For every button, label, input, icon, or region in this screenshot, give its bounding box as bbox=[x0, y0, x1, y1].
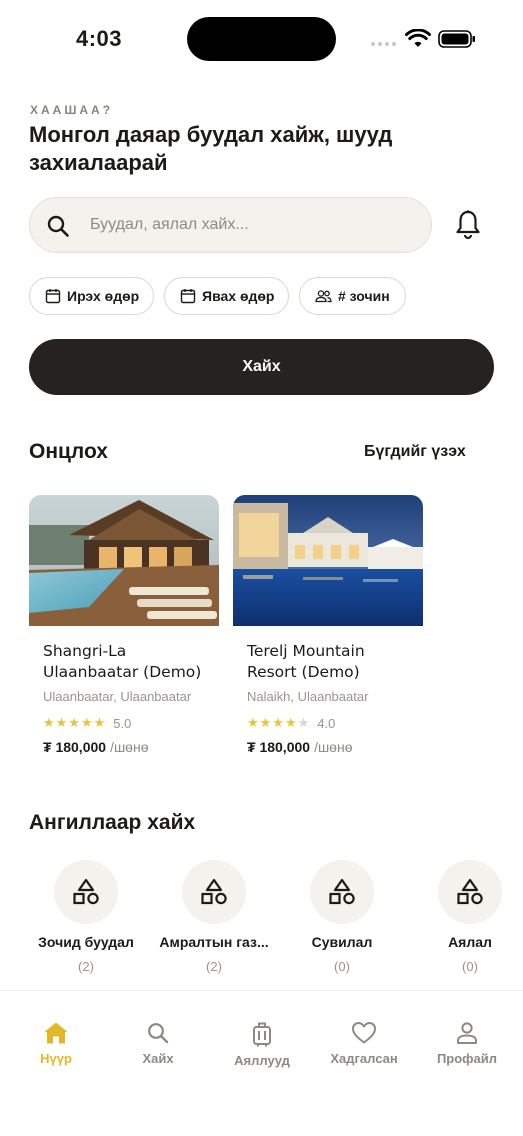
category-item[interactable]: Амралтын газ... (2) bbox=[149, 860, 279, 980]
rating-stars-icon: ★★★★★ bbox=[43, 715, 107, 730]
calendar-icon bbox=[180, 289, 196, 304]
search-button[interactable]: Хайх bbox=[29, 339, 494, 395]
bottom-tab-bar: Нүүр Хайх Аяллууд Хадгалсан Профайл bbox=[0, 990, 523, 1136]
category-item[interactable]: Аялал (0) bbox=[405, 860, 523, 980]
tab-label: Хайх bbox=[142, 1051, 174, 1066]
home-icon bbox=[44, 1022, 68, 1044]
arrive-date-button[interactable]: Ирэх өдөр bbox=[29, 277, 154, 315]
tab-label: Аяллууд bbox=[234, 1053, 290, 1068]
guests-label: # зочин bbox=[338, 288, 390, 304]
category-count: (0) bbox=[462, 959, 478, 974]
tab-label: Профайл bbox=[436, 1051, 498, 1066]
calendar-icon bbox=[45, 289, 61, 304]
hotel-rating: ★★★★★ 5.0 bbox=[43, 715, 131, 731]
categories-section-title: Ангиллаар хайх bbox=[29, 811, 196, 834]
signal-icon bbox=[371, 42, 396, 46]
rating-value: 4.0 bbox=[317, 715, 336, 731]
arrive-date-label: Ирэх өдөр bbox=[67, 288, 140, 304]
shapes-icon bbox=[457, 878, 483, 905]
hotel-name: Terelj Mountain Resort (Demo) bbox=[247, 642, 365, 681]
shapes-icon bbox=[329, 878, 355, 905]
hotel-price: ₮ 180,000/шөнө bbox=[247, 739, 353, 755]
dynamic-island bbox=[187, 17, 336, 61]
hotel-photo bbox=[29, 495, 219, 626]
category-icon-circle bbox=[310, 860, 374, 924]
category-item[interactable]: Сувилал (0) bbox=[277, 860, 407, 980]
featured-card[interactable]: Terelj Mountain Resort (Demo) Nalaikh, U… bbox=[233, 495, 423, 775]
category-icon-circle bbox=[182, 860, 246, 924]
hotel-photo bbox=[233, 495, 423, 626]
user-icon bbox=[457, 1022, 477, 1044]
status-bar: 4:03 bbox=[0, 0, 523, 80]
category-count: (0) bbox=[334, 959, 350, 974]
category-label: Зочид буудал bbox=[38, 934, 134, 950]
featured-card[interactable]: Shangri-La Ulaanbaatar (Demo) Ulaanbaata… bbox=[29, 495, 219, 775]
category-icon-circle bbox=[438, 860, 502, 924]
category-label: Сувилал bbox=[311, 934, 373, 950]
price-amount: ₮ 180,000 bbox=[43, 739, 107, 755]
hotel-price: ₮ 180,000/шөнө bbox=[43, 739, 149, 755]
wifi-icon bbox=[405, 29, 431, 47]
price-unit: /шөнө bbox=[314, 739, 353, 755]
hotel-rating: ★★★★★ 4.0 bbox=[247, 715, 335, 731]
hotel-location: Nalaikh, Ulaanbaatar bbox=[247, 689, 369, 704]
users-icon bbox=[315, 290, 332, 303]
tab-label: Нүүр bbox=[40, 1051, 72, 1066]
search-icon bbox=[148, 1023, 169, 1044]
guests-button[interactable]: # зочин bbox=[299, 277, 406, 315]
category-icon-circle bbox=[54, 860, 118, 924]
status-time: 4:03 bbox=[76, 26, 123, 51]
tab-search[interactable]: Хайх bbox=[108, 1021, 208, 1066]
notification-bell-icon[interactable] bbox=[455, 209, 481, 241]
rating-stars-icon: ★★★★★ bbox=[247, 715, 311, 730]
shapes-icon bbox=[201, 878, 227, 905]
header-eyebrow: ХААШАА? bbox=[30, 103, 114, 117]
hotel-name: Shangri-La Ulaanbaatar (Demo) bbox=[43, 642, 202, 681]
price-unit: /шөнө bbox=[110, 739, 149, 755]
search-input[interactable] bbox=[90, 198, 420, 252]
search-icon bbox=[47, 215, 69, 237]
shapes-icon bbox=[73, 878, 99, 905]
category-label: Амралтын газ... bbox=[159, 934, 269, 950]
tab-saved[interactable]: Хадгалсан bbox=[314, 1021, 414, 1066]
tab-label: Хадгалсан bbox=[330, 1051, 398, 1066]
luggage-icon bbox=[253, 1022, 271, 1047]
rating-value: 5.0 bbox=[113, 715, 132, 731]
page-title: Монгол даяар буудал хайж, шууд захиалаар… bbox=[29, 122, 393, 175]
hotel-location: Ulaanbaatar, Ulaanbaatar bbox=[43, 689, 192, 704]
tab-trips[interactable]: Аяллууд bbox=[212, 1021, 312, 1068]
search-bar[interactable] bbox=[29, 197, 432, 253]
category-item[interactable]: Зочид буудал (2) bbox=[21, 860, 151, 980]
see-all-link[interactable]: Бүгдийг үзэх bbox=[364, 443, 466, 461]
price-amount: ₮ 180,000 bbox=[247, 739, 311, 755]
category-label: Аялал bbox=[448, 934, 492, 950]
heart-icon bbox=[352, 1022, 376, 1044]
tab-home[interactable]: Нүүр bbox=[6, 1021, 106, 1066]
battery-icon bbox=[438, 30, 475, 48]
featured-section-title: Онцлох bbox=[29, 440, 108, 463]
tab-profile[interactable]: Профайл bbox=[417, 1021, 517, 1066]
leave-date-label: Явах өдөр bbox=[202, 288, 275, 304]
leave-date-button[interactable]: Явах өдөр bbox=[164, 277, 289, 315]
category-count: (2) bbox=[206, 959, 222, 974]
category-count: (2) bbox=[78, 959, 94, 974]
